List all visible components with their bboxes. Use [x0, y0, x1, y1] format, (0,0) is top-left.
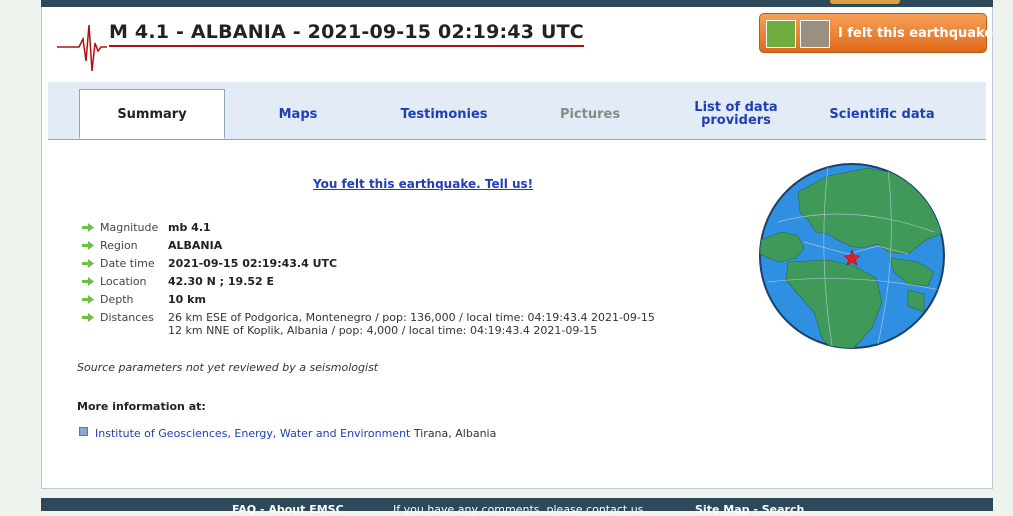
- distances-label: Distances: [100, 311, 154, 324]
- datetime-label: Date time: [100, 257, 155, 270]
- tab-list-of-data-providers[interactable]: List of data providers: [663, 89, 809, 139]
- photo-thumbnail-icon: [800, 20, 830, 48]
- footer-contact-text[interactable]: If you have any comments, please contact…: [393, 503, 643, 516]
- tab-maps[interactable]: Maps: [225, 89, 371, 139]
- arrow-right-icon: [82, 241, 94, 250]
- info-source-link[interactable]: Institute of Geosciences, Energy, Water …: [95, 427, 410, 440]
- location-label: Location: [100, 275, 147, 288]
- depth-label: Depth: [100, 293, 134, 306]
- review-note: Source parameters not yet reviewed by a …: [77, 361, 379, 374]
- more-info-heading: More information at:: [77, 400, 206, 413]
- info-source-place: Tirana, Albania: [413, 427, 497, 440]
- distance-line: 26 km ESE of Podgorica, Montenegro / pop…: [168, 311, 655, 324]
- felt-earthquake-link[interactable]: You felt this earthquake. Tell us!: [313, 177, 533, 191]
- footer-bar: FAQ - About EMSC If you have any comment…: [41, 498, 993, 516]
- region-label: Region: [100, 239, 138, 252]
- bullet-icon: [79, 427, 88, 436]
- arrow-right-icon: [82, 223, 94, 232]
- event-panel: M 4.1 - ALBANIA - 2021-09-15 02:19:43 UT…: [41, 7, 993, 489]
- arrow-right-icon: [82, 259, 94, 268]
- distance-line: 12 km NNE of Koplik, Albania / pop: 4,00…: [168, 324, 598, 337]
- region-value: ALBANIA: [168, 239, 223, 252]
- arrow-right-icon: [82, 295, 94, 304]
- tab-summary[interactable]: Summary: [79, 89, 225, 139]
- tab-scientific-data[interactable]: Scientific data: [809, 89, 955, 139]
- footer-sitemap-link[interactable]: Site Map - Search: [695, 503, 804, 516]
- datetime-value: 2021-09-15 02:19:43.4 UTC: [168, 257, 338, 270]
- magnitude-value: mb 4.1: [168, 221, 211, 234]
- felt-button-label: I felt this earthquake: [838, 26, 994, 41]
- tab-testimonies[interactable]: Testimonies: [371, 89, 517, 139]
- distances-value: 26 km ESE of Podgorica, Montenegro / pop…: [168, 311, 655, 337]
- top-bar-tab: [830, 0, 900, 4]
- arrow-right-icon: [82, 313, 94, 322]
- map-thumbnail-icon: [766, 20, 796, 48]
- location-value: 42.30 N ; 19.52 E: [168, 275, 275, 288]
- epicenter-globe-map: [759, 163, 945, 349]
- magnitude-label: Magnitude: [100, 221, 159, 234]
- info-source-item: Institute of Geosciences, Energy, Water …: [79, 427, 496, 440]
- seismogram-icon: [57, 24, 107, 72]
- depth-value: 10 km: [168, 293, 206, 306]
- tab-pictures: Pictures: [559, 106, 621, 122]
- i-felt-this-earthquake-button[interactable]: I felt this earthquake: [759, 13, 993, 53]
- tab-bar: Summary Maps Testimonies Pictures List o…: [48, 82, 986, 140]
- footer-faq-link[interactable]: FAQ - About EMSC: [232, 503, 344, 516]
- arrow-right-icon: [82, 277, 94, 286]
- page-title: M 4.1 - ALBANIA - 2021-09-15 02:19:43 UT…: [109, 21, 584, 47]
